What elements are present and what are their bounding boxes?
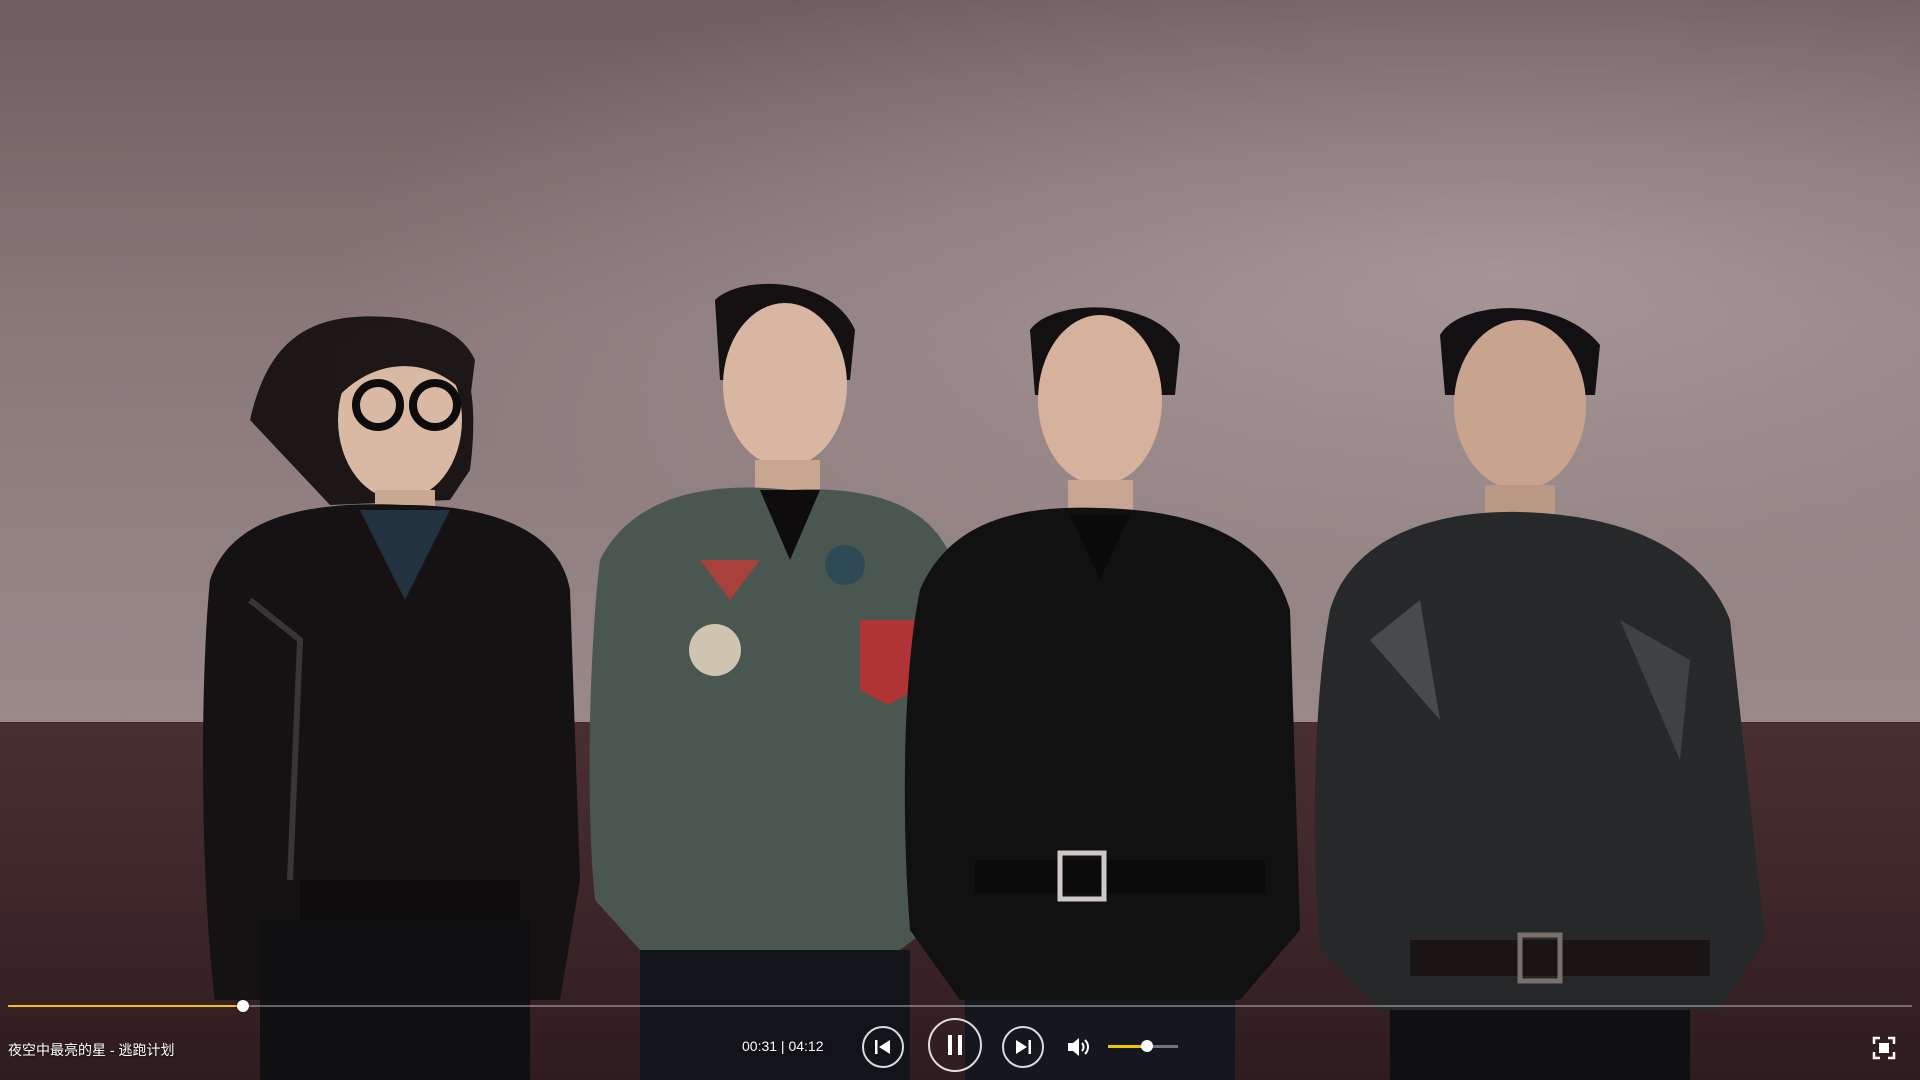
fullscreen-icon [1872, 1036, 1896, 1060]
previous-track-button[interactable] [862, 1026, 904, 1068]
band-member-1 [203, 316, 580, 1080]
skip-next-icon [1016, 1040, 1031, 1054]
volume-slider-handle[interactable] [1140, 1040, 1153, 1052]
time-readout: 00:31 | 04:12 [742, 1038, 824, 1054]
fullscreen-button[interactable] [1872, 1036, 1896, 1060]
band-member-4 [1314, 308, 1765, 1080]
seek-bar[interactable] [8, 1000, 1912, 1012]
seek-bar-handle[interactable] [236, 1000, 249, 1012]
now-playing-title: 夜空中最亮的星 - 逃跑计划 [8, 1042, 175, 1058]
volume-slider[interactable] [1108, 1040, 1178, 1052]
band-member-3 [904, 307, 1300, 1080]
skip-previous-icon [875, 1040, 890, 1054]
player-stage[interactable]: 夜空中最亮的星 - 逃跑计划 00:31 | 04:12 [0, 0, 1920, 1080]
mute-toggle[interactable] [1066, 1035, 1092, 1059]
pause-icon [948, 1035, 962, 1055]
speaker-icon [1068, 1038, 1089, 1056]
seek-bar-fill [8, 1005, 243, 1007]
next-track-button[interactable] [1002, 1026, 1044, 1068]
band-photo [0, 0, 1920, 1080]
pause-button[interactable] [928, 1018, 982, 1072]
